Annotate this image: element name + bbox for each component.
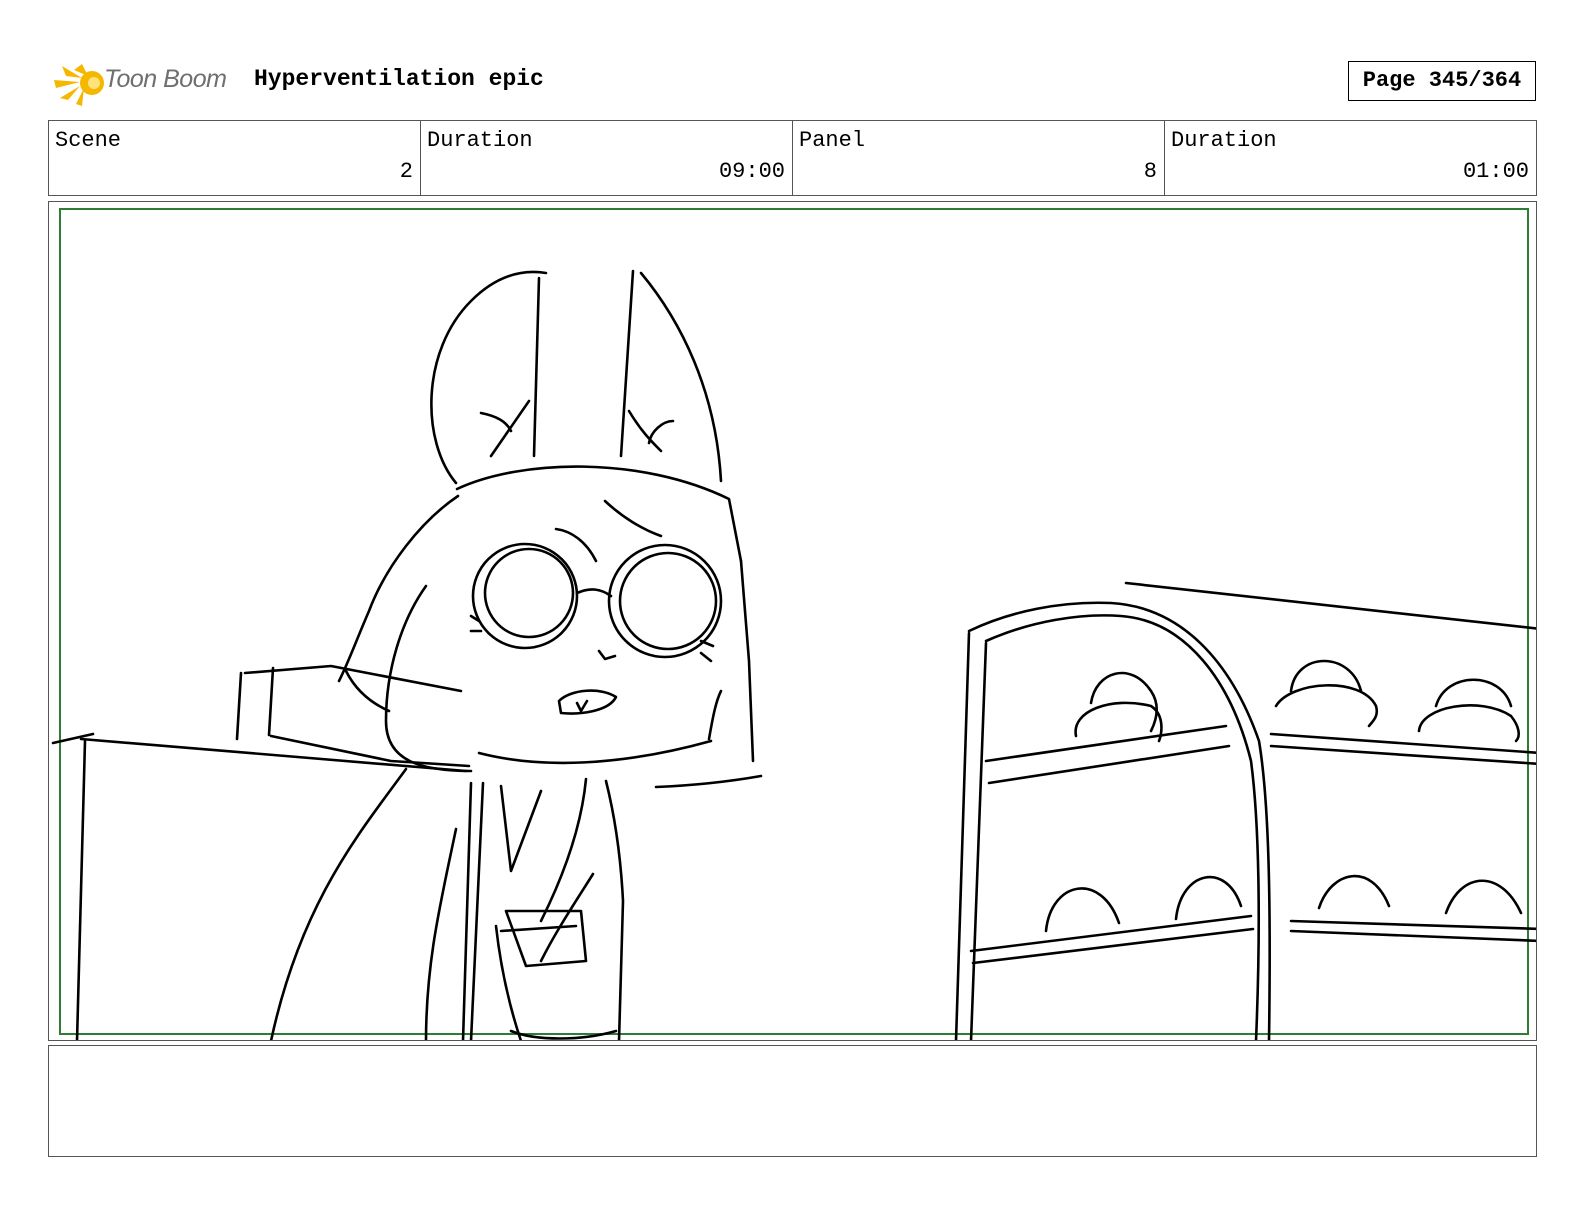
panel-duration-value: 01:00 xyxy=(1462,159,1529,184)
scene-duration-label: Duration xyxy=(427,128,533,153)
safe-area-frame xyxy=(59,208,1529,1035)
display-case-sketch xyxy=(954,581,1536,1040)
project-title: Hyperventilation epic xyxy=(254,66,544,92)
scene-duration-value: 09:00 xyxy=(718,159,785,184)
panel-duration-label: Duration xyxy=(1171,128,1277,153)
scene-info-table: Scene 2 Duration 09:00 Panel 8 Duration … xyxy=(48,120,1537,196)
flame-icon xyxy=(54,64,104,106)
counter-sketch xyxy=(51,664,471,1040)
scene-duration-cell: Duration 09:00 xyxy=(421,121,793,195)
scene-label: Scene xyxy=(55,128,122,153)
panel-label: Panel xyxy=(799,128,866,153)
panel-value: 8 xyxy=(1143,159,1157,184)
logo-text: Toon Boom xyxy=(104,65,227,93)
character-sketch xyxy=(269,269,763,1040)
storyboard-panel xyxy=(48,201,1537,1041)
panel-duration-cell: Duration 01:00 xyxy=(1165,121,1536,195)
panel-sketch xyxy=(51,208,1536,1040)
scene-value: 2 xyxy=(399,159,413,184)
scene-cell: Scene 2 xyxy=(49,121,421,195)
panel-cell: Panel 8 xyxy=(793,121,1165,195)
toon-boom-logo: Toon Boom xyxy=(52,56,242,108)
page-indicator: Page 345/364 xyxy=(1348,61,1536,101)
panel-notes xyxy=(48,1045,1537,1157)
